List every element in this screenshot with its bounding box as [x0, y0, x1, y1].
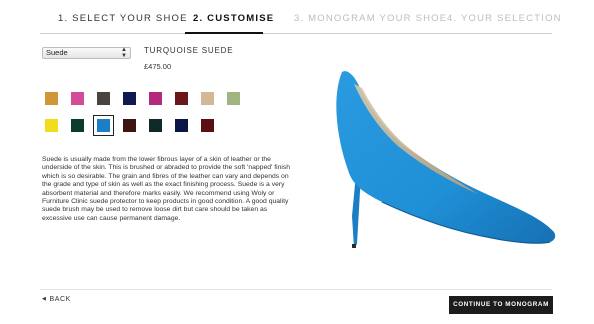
colour-swatch[interactable] [71, 119, 84, 132]
swatch-row [45, 92, 265, 105]
colour-swatch[interactable] [71, 92, 84, 105]
shoe-image [336, 71, 556, 248]
colour-swatch[interactable] [201, 119, 214, 132]
colour-swatch[interactable] [175, 119, 188, 132]
continue-to-monogram-button[interactable]: CONTINUE TO MONOGRAM [449, 296, 553, 314]
colour-swatch[interactable] [45, 92, 58, 105]
active-step-indicator [185, 32, 263, 34]
product-name: TURQUOISE SUEDE [144, 46, 234, 55]
colour-swatch[interactable] [201, 92, 214, 105]
material-description: Suede is usually made from the lower fib… [42, 156, 291, 222]
colour-swatch[interactable] [97, 92, 110, 105]
step-your-selection[interactable]: 4. YOUR SELECTION [447, 13, 562, 24]
colour-swatch[interactable] [45, 119, 58, 132]
steps-divider [40, 33, 552, 34]
back-label: BACK [49, 296, 71, 303]
product-price: £475.00 [144, 62, 172, 71]
step-select-shoe[interactable]: 1. SELECT YOUR SHOE [58, 13, 188, 24]
colour-swatch[interactable] [93, 115, 114, 136]
chevron-left-icon: ◀ [42, 296, 47, 302]
colour-swatch[interactable] [149, 92, 162, 105]
colour-swatches [45, 92, 265, 146]
footer-divider [40, 289, 552, 290]
colour-swatch[interactable] [227, 92, 240, 105]
select-arrows-icon: ▲ ▼ [121, 47, 127, 59]
colour-swatch[interactable] [123, 119, 136, 132]
step-customise[interactable]: 2. CUSTOMISE [193, 13, 274, 24]
swatch-row [45, 115, 265, 136]
colour-swatch[interactable] [149, 119, 162, 132]
colour-swatch[interactable] [123, 92, 136, 105]
back-link[interactable]: ◀ BACK [42, 296, 71, 303]
material-select-value: Suede [46, 48, 68, 57]
step-monogram[interactable]: 3. MONOGRAM YOUR SHOE [294, 13, 447, 24]
colour-swatch[interactable] [175, 92, 188, 105]
material-select[interactable]: Suede ▲ ▼ [42, 47, 131, 59]
